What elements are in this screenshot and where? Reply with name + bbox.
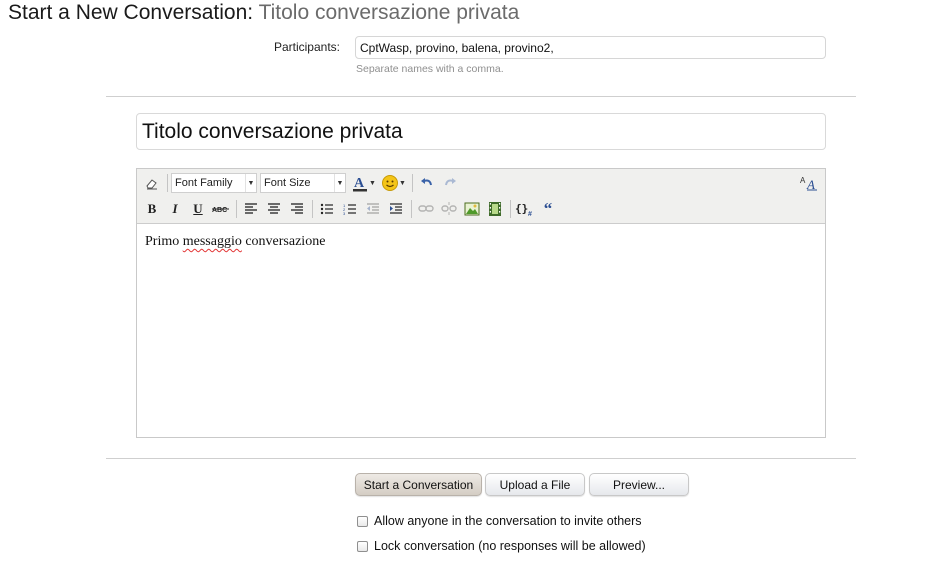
top-divider — [106, 96, 856, 97]
font-family-label: Font Family — [175, 177, 233, 189]
svg-text:A: A — [354, 176, 365, 191]
participants-label: Participants: — [273, 40, 340, 54]
toolbar-separator — [411, 174, 413, 192]
toolbar-separator — [312, 200, 313, 218]
svg-text:{}: {} — [515, 202, 528, 215]
align-left-icon[interactable] — [240, 199, 262, 219]
image-icon[interactable] — [461, 199, 483, 219]
invite-option: Allow anyone in the conversation to invi… — [357, 514, 642, 528]
numbered-list-icon[interactable]: 123 — [339, 199, 361, 219]
toolbar-separator — [167, 174, 168, 192]
bold-icon[interactable]: B — [141, 199, 163, 219]
font-color-icon[interactable]: A — [349, 173, 371, 193]
editor-text-part: Primo — [145, 234, 183, 249]
align-right-icon[interactable] — [286, 199, 308, 219]
smiley-icon[interactable] — [379, 173, 401, 193]
code-icon[interactable]: {} # — [514, 199, 536, 219]
chevron-down-icon: ▼ — [245, 174, 256, 192]
chevron-down-icon[interactable]: ▼ — [369, 180, 376, 187]
indent-icon[interactable] — [385, 199, 407, 219]
eraser-icon[interactable] — [141, 173, 163, 193]
rich-text-editor: Font Family ▼ Font Size ▼ A ▼ ▼ A A B I … — [136, 168, 826, 438]
conversation-title-input[interactable] — [136, 113, 826, 150]
svg-text:A: A — [806, 177, 815, 191]
participants-input[interactable] — [355, 36, 826, 59]
toolbar-separator — [236, 200, 237, 218]
editor-text-part: conversazione — [241, 234, 326, 249]
svg-text:ABC: ABC — [212, 207, 227, 214]
media-icon[interactable] — [484, 199, 506, 219]
chevron-down-icon[interactable]: ▼ — [399, 180, 406, 187]
upload-file-button[interactable]: Upload a File — [485, 473, 585, 496]
font-family-dropdown[interactable]: Font Family ▼ — [171, 173, 257, 193]
unlink-icon[interactable] — [438, 199, 460, 219]
page-title-main: Start a New Conversation: — [8, 1, 254, 24]
chevron-down-icon: ▼ — [334, 174, 345, 192]
italic-icon[interactable]: I — [164, 199, 186, 219]
invite-label[interactable]: Allow anyone in the conversation to invi… — [374, 514, 642, 528]
lock-checkbox[interactable] — [357, 540, 368, 552]
invite-checkbox[interactable] — [357, 515, 368, 527]
page-title: Start a New Conversation: Titolo convers… — [8, 0, 519, 26]
start-conversation-button[interactable]: Start a Conversation — [355, 473, 482, 496]
editor-content[interactable]: Primo messaggio conversazione — [137, 224, 825, 260]
page-title-subtitle: Titolo conversazione privata — [258, 1, 520, 24]
link-icon[interactable] — [415, 199, 437, 219]
toggle-font-size-icon[interactable]: AA — [798, 173, 820, 193]
underline-icon[interactable]: U — [187, 199, 209, 219]
font-size-label: Font Size — [264, 177, 311, 189]
lock-option: Lock conversation (no responses will be … — [357, 539, 646, 553]
lock-label[interactable]: Lock conversation (no responses will be … — [374, 539, 646, 553]
align-center-icon[interactable] — [263, 199, 285, 219]
bottom-divider — [106, 458, 856, 459]
toolbar-separator — [510, 200, 511, 218]
editor-toolbar: Font Family ▼ Font Size ▼ A ▼ ▼ A A B I … — [137, 169, 825, 224]
outdent-icon[interactable] — [362, 199, 384, 219]
toolbar-separator — [411, 200, 412, 218]
editor-text-misspelled: messaggio — [182, 234, 242, 249]
font-size-dropdown[interactable]: Font Size ▼ — [260, 173, 346, 193]
svg-text:A: A — [800, 176, 806, 185]
participants-hint: Separate names with a comma. — [356, 63, 504, 75]
svg-text:#: # — [528, 211, 532, 217]
svg-text:3: 3 — [343, 211, 346, 215]
bullet-list-icon[interactable] — [316, 199, 338, 219]
strikethrough-icon[interactable]: ABC — [210, 199, 232, 219]
undo-icon[interactable] — [416, 173, 438, 193]
redo-icon[interactable] — [439, 173, 461, 193]
preview-button[interactable]: Preview... — [589, 473, 689, 496]
quote-icon[interactable]: “ — [537, 199, 559, 219]
